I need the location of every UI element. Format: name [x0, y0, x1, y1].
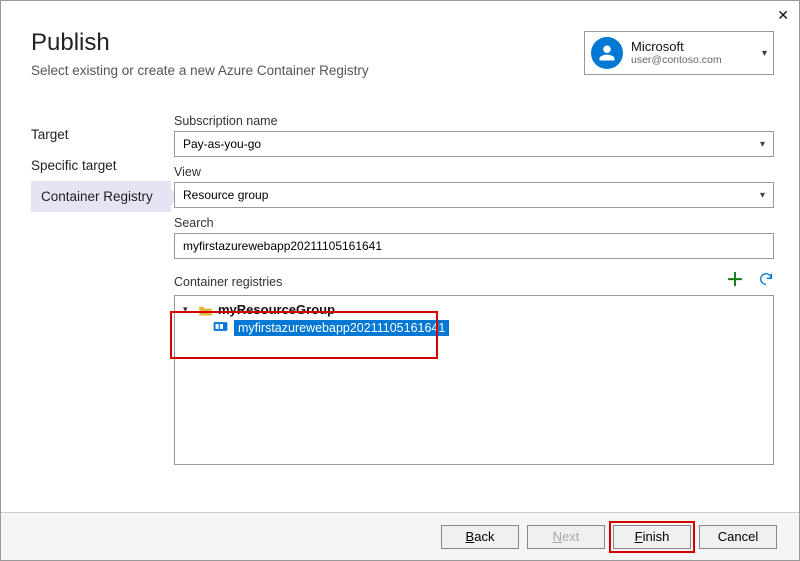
- view-label: View: [174, 165, 774, 179]
- dialog-footer: Back Next Finish Cancel: [1, 512, 799, 560]
- account-email: user@contoso.com: [631, 54, 722, 66]
- expand-caret-icon[interactable]: ▾: [183, 304, 193, 315]
- search-label: Search: [174, 216, 774, 230]
- refresh-icon[interactable]: [758, 271, 774, 292]
- folder-icon: [198, 302, 213, 317]
- container-registries-tree[interactable]: ▾ myResourceGroup myfirstazurewebapp2021…: [174, 295, 774, 465]
- finish-button[interactable]: Finish: [613, 525, 691, 549]
- page-subtitle: Select existing or create a new Azure Co…: [31, 63, 369, 78]
- add-registry-icon[interactable]: ＋: [726, 271, 744, 292]
- sidebar-item-container-registry[interactable]: Container Registry: [31, 181, 171, 212]
- subscription-dropdown[interactable]: Pay-as-you-go: [174, 131, 774, 157]
- view-dropdown[interactable]: Resource group: [174, 182, 774, 208]
- account-picker[interactable]: Microsoft user@contoso.com ▾: [584, 31, 774, 75]
- resource-group-name: myResourceGroup: [218, 302, 335, 317]
- cancel-button[interactable]: Cancel: [699, 525, 777, 549]
- account-name: Microsoft: [631, 40, 722, 55]
- sidebar-item-specific-target[interactable]: Specific target: [31, 150, 171, 181]
- container-registry-icon: [213, 320, 228, 336]
- search-input[interactable]: [174, 233, 774, 259]
- next-button: Next: [527, 525, 605, 549]
- form-area: Subscription name Pay-as-you-go View Res…: [174, 114, 774, 465]
- view-value: Resource group: [183, 188, 268, 202]
- chevron-down-icon: ▾: [762, 48, 767, 59]
- sidebar-item-target[interactable]: Target: [31, 119, 171, 150]
- container-registries-label: Container registries: [174, 275, 282, 289]
- close-icon[interactable]: ✕: [777, 7, 789, 24]
- avatar-icon: [591, 37, 623, 69]
- wizard-steps: Target Specific target Container Registr…: [31, 119, 171, 212]
- back-button[interactable]: Back: [441, 525, 519, 549]
- tree-group-resource-group[interactable]: ▾ myResourceGroup: [183, 302, 765, 317]
- tree-item-registry[interactable]: myfirstazurewebapp20211105161641: [213, 320, 765, 336]
- page-title: Publish: [31, 29, 110, 57]
- subscription-value: Pay-as-you-go: [183, 137, 261, 151]
- publish-dialog: ✕ Publish Select existing or create a ne…: [0, 0, 800, 561]
- subscription-label: Subscription name: [174, 114, 774, 128]
- registry-name: myfirstazurewebapp20211105161641: [234, 320, 449, 336]
